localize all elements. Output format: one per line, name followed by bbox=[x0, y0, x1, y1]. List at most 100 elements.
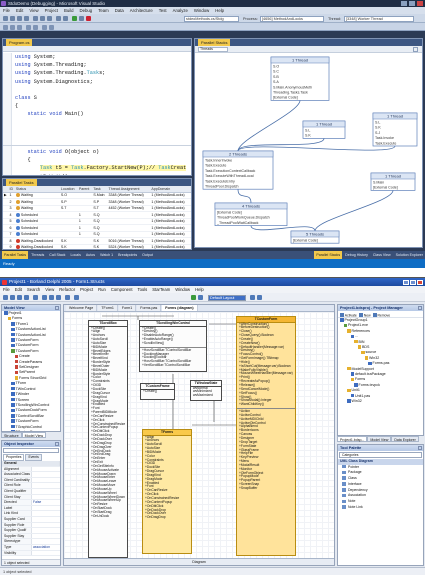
tab-parallel-tasks[interactable]: Parallel Tasks bbox=[6, 179, 37, 186]
tab-solution-explorer[interactable]: Solution Explorer bbox=[394, 251, 425, 259]
new-icon[interactable] bbox=[3, 295, 8, 300]
property-value[interactable] bbox=[32, 495, 60, 500]
close-icon[interactable] bbox=[55, 441, 59, 446]
menu-item-debug[interactable]: Debug bbox=[80, 7, 93, 14]
doc-tab[interactable]: Forms (diagram) bbox=[162, 305, 198, 311]
thread-combo[interactable]: [3348] Worker Thread bbox=[344, 15, 414, 22]
menu-item-project[interactable]: Project bbox=[80, 286, 93, 293]
solution-combo[interactable]: stdeoMethods.cs/Stdg bbox=[184, 15, 239, 22]
cut-icon[interactable] bbox=[33, 16, 38, 21]
minimize-icon[interactable] bbox=[403, 279, 409, 285]
class-member[interactable]: +OnUnDock bbox=[89, 514, 127, 519]
minimize-icon[interactable] bbox=[401, 1, 407, 6]
property-value[interactable]: False bbox=[32, 500, 60, 505]
maximize-icon[interactable] bbox=[409, 1, 415, 6]
tab-parallel-stacks[interactable]: Parallel Stacks bbox=[314, 251, 343, 259]
open-icon[interactable] bbox=[10, 295, 15, 300]
step-out-icon[interactable] bbox=[17, 24, 22, 30]
class-tscrollingwincontrol[interactable]: TScrollingWinControl +Create() +Destroy() +… bbox=[139, 320, 207, 372]
object-selector-combo[interactable] bbox=[3, 448, 59, 453]
menu-item-search[interactable]: Search bbox=[27, 286, 40, 293]
tab-autos[interactable]: Autos bbox=[84, 251, 97, 259]
palette-categories-combo[interactable]: Categories bbox=[339, 452, 422, 458]
stop-debugging-icon[interactable] bbox=[86, 16, 91, 21]
menu-item-analyze[interactable]: Analyze bbox=[173, 7, 188, 14]
property-value[interactable] bbox=[32, 478, 60, 483]
menu-item-view[interactable]: View bbox=[45, 286, 54, 293]
code-editor[interactable]: Program.cs using System; using System.Thr… bbox=[2, 38, 192, 176]
property-value[interactable] bbox=[32, 472, 60, 477]
tab-threads[interactable]: Threads bbox=[29, 251, 46, 259]
doc-tab[interactable]: TForm1 bbox=[98, 305, 118, 311]
menu-item-tools[interactable]: Tools bbox=[137, 286, 147, 293]
diagram-canvas[interactable]: TScrollBox +Create() +Align +Anchors +AutoSc… bbox=[64, 312, 334, 558]
tab-breakpoints[interactable]: Breakpoints bbox=[116, 251, 139, 259]
class-tcustomframe[interactable]: TCustomFrame +Create() bbox=[140, 383, 175, 400]
undo-icon[interactable] bbox=[56, 16, 61, 21]
class-member[interactable]: +ScrollInView() bbox=[140, 341, 206, 346]
menu-item-view[interactable]: View bbox=[29, 7, 38, 14]
save-icon[interactable] bbox=[17, 16, 22, 21]
stack-frame-node[interactable]: 1 Thread S.LS.KS.JTask.InvokeTask.Execute bbox=[372, 112, 418, 147]
class-tscrollbox[interactable]: TScrollBox +Create() +Align +Anchors +AutoSc… bbox=[88, 320, 128, 558]
pm-tab[interactable]: Project1.bdsp... bbox=[337, 436, 368, 442]
menu-item-run[interactable]: Run bbox=[98, 286, 106, 293]
editor-tab-program[interactable]: Program.cs bbox=[6, 39, 33, 46]
stack-frame-node[interactable]: 2 ThreadsTask.InnerInvokeTask.ExecuteTas… bbox=[202, 150, 274, 190]
pm-remove-button[interactable]: Remove bbox=[372, 311, 390, 318]
property-value[interactable] bbox=[32, 483, 60, 488]
cut-icon[interactable] bbox=[42, 295, 47, 300]
menu-item-starteam[interactable]: StarTeam bbox=[152, 286, 170, 293]
stacks-view-combo[interactable]: Threads bbox=[198, 47, 228, 52]
tab-output[interactable]: Output bbox=[140, 251, 155, 259]
close-icon[interactable] bbox=[417, 1, 423, 6]
model-view-tree[interactable]: Project1 Forms TForm1 TCustomActionList TCus… bbox=[2, 311, 60, 431]
save-all-icon[interactable] bbox=[24, 16, 29, 21]
run-icon[interactable] bbox=[191, 295, 196, 300]
process-combo[interactable]: [4656] MethodAndLocks bbox=[260, 15, 324, 22]
break-all-icon[interactable] bbox=[79, 16, 84, 21]
step-into-icon[interactable] bbox=[3, 24, 8, 30]
class-member[interactable]: +SnapBuffer bbox=[237, 486, 295, 491]
property-value[interactable] bbox=[32, 523, 60, 528]
menu-item-file[interactable]: File bbox=[3, 7, 10, 14]
class-tcustomform[interactable]: TCustomForm +AfterConstruction() +BeforeDe… bbox=[236, 316, 296, 556]
new-project-icon[interactable] bbox=[3, 16, 8, 21]
property-value[interactable] bbox=[32, 489, 60, 494]
tab-properties[interactable]: Properties bbox=[3, 454, 25, 461]
layout-combo[interactable]: Default Layout bbox=[208, 294, 246, 301]
menu-item-edit[interactable]: Edit bbox=[15, 286, 22, 293]
copy-icon[interactable] bbox=[49, 295, 54, 300]
tree-node[interactable]: Win32 bbox=[340, 399, 423, 404]
class-member[interactable]: +WantChildKey() bbox=[237, 402, 295, 407]
palette-item-note-link[interactable]: Note Link bbox=[338, 505, 423, 511]
table-row[interactable]: 9 Waiting-Deadlocked S.K S.K 5324 (Worker Th… bbox=[3, 244, 191, 249]
stack-frame-node[interactable]: 1 Thread S.OS.CS.BS.AS.Main.AnonymousMeth… bbox=[270, 56, 330, 101]
maximize-icon[interactable] bbox=[410, 279, 416, 285]
enum-twindowstate[interactable]: TWindowState wsNormal wsMinimized wsMaximiz… bbox=[190, 380, 222, 401]
menu-item-window[interactable]: Window bbox=[194, 7, 209, 14]
diagram-bottom-tab[interactable]: Diagram bbox=[64, 558, 334, 565]
close-icon[interactable] bbox=[417, 279, 423, 285]
tab-locals[interactable]: Locals bbox=[68, 251, 82, 259]
open-icon[interactable] bbox=[10, 16, 15, 21]
class-member[interactable]: +Create() bbox=[141, 389, 174, 394]
menu-item-team[interactable]: Team bbox=[98, 7, 109, 14]
stack-frame-node[interactable]: 4 Threads[External Code]ThreadPoolWorkQu… bbox=[214, 202, 288, 226]
step-over-icon[interactable] bbox=[10, 24, 15, 30]
paste-icon[interactable] bbox=[47, 16, 52, 21]
menu-item-project[interactable]: Project bbox=[45, 7, 58, 14]
doc-tab[interactable]: Welcome Page bbox=[66, 305, 98, 311]
tab-model-view[interactable]: Model View bbox=[21, 432, 47, 438]
close-icon[interactable] bbox=[418, 445, 422, 450]
menu-item-file[interactable]: File bbox=[3, 286, 10, 293]
redo-icon[interactable] bbox=[63, 16, 68, 21]
class-member[interactable]: +OnDragDrop bbox=[143, 515, 191, 520]
undo-icon[interactable] bbox=[65, 295, 70, 300]
code-lines[interactable]: using System; using System.Threading; usin… bbox=[3, 53, 191, 175]
menu-item-build[interactable]: Build bbox=[64, 7, 74, 14]
menu-item-component[interactable]: Component bbox=[111, 286, 133, 293]
class-member[interactable]: +VertScrollBar:TControlScrollBar bbox=[140, 363, 206, 368]
pm-tab[interactable]: Model View bbox=[367, 436, 392, 442]
property-value[interactable] bbox=[32, 534, 60, 539]
